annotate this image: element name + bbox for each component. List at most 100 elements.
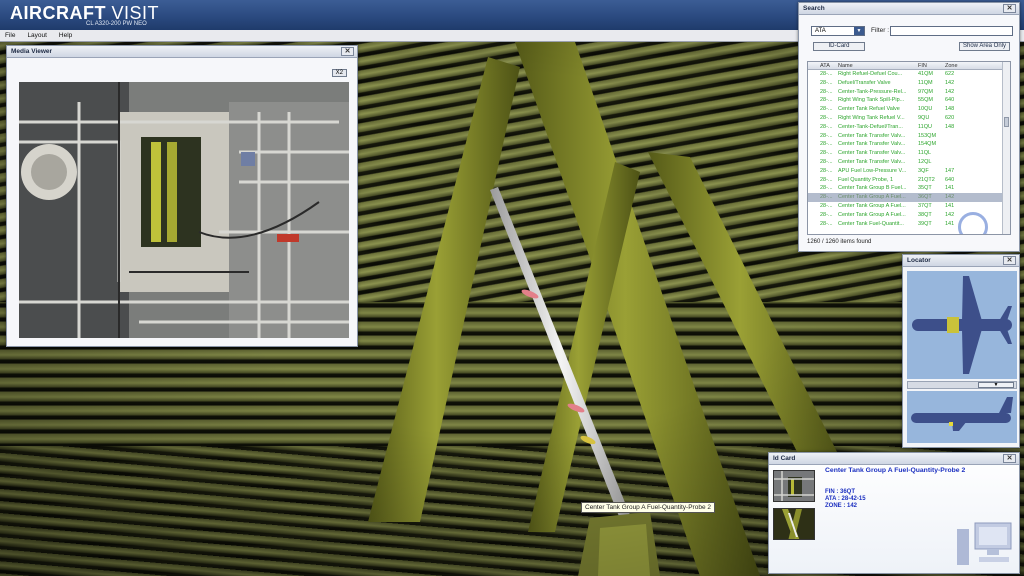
cell-zone: 622 <box>945 71 955 77</box>
cell-ata: 28-... <box>820 114 833 121</box>
results-header: ATA Name FIN Zone <box>808 62 1010 70</box>
search-panel: Search ✕ ATA ▼ Filter : ID-Card Show Are… <box>798 2 1020 252</box>
cell-fin: 10QU <box>918 106 933 113</box>
cell-fin: 3QF <box>918 167 929 174</box>
locator-side-view[interactable] <box>907 391 1017 443</box>
table-row[interactable]: 28-... Center Tank Transfer Valv... 153QM <box>808 132 1010 141</box>
cell-fin: 37QT <box>918 202 932 209</box>
aircraft-side-icon <box>911 397 1013 431</box>
locator-title: Locator <box>907 257 931 264</box>
component-photo <box>19 82 349 338</box>
cell-fin: 11QM <box>918 79 933 86</box>
table-row[interactable]: 28-... Center Tank Group A Fuel... 36QT 142 <box>808 193 1010 202</box>
column-zone[interactable]: Zone <box>945 63 965 69</box>
cell-zone: 142 <box>945 194 955 201</box>
scrollbar-thumb[interactable] <box>1004 117 1009 127</box>
hover-tooltip: Center Tank Group A Fuel-Quantity-Probe … <box>581 502 715 513</box>
menu-layout[interactable]: Layout <box>22 30 52 39</box>
cell-ata: 28-... <box>820 141 833 148</box>
show-area-only-button[interactable]: Show Area Only <box>959 42 1011 51</box>
table-row[interactable]: 28-... Center Tank Refuel Valve 10QU 148 <box>808 105 1010 114</box>
cell-fin: 35QT <box>918 185 932 192</box>
zoom-x2-button[interactable]: X2 <box>331 69 347 77</box>
cell-fin: 36QT <box>918 194 932 201</box>
table-row[interactable]: 28-... Center-Tank-Pressure-Rel... 97QM 142 <box>808 88 1010 97</box>
cell-zone: 142 <box>945 88 955 95</box>
cell-ata: 28-... <box>820 211 833 218</box>
table-row[interactable]: 28-... Center Tank Transfer Valv... 154QM <box>808 140 1010 149</box>
table-row[interactable]: 28-... Right Wing Tank Spill-Pip... 55QM 64… <box>808 96 1010 105</box>
cell-ata: 28-... <box>820 106 833 113</box>
cell-ata: 28-... <box>820 220 833 227</box>
cell-fin: 11QU <box>918 123 932 130</box>
filter-input[interactable] <box>890 26 1013 36</box>
menu-file[interactable]: File <box>0 30 20 39</box>
cell-ata: 28-... <box>820 97 833 104</box>
cell-fin: 11QL <box>918 150 932 157</box>
results-scrollbar[interactable] <box>1002 62 1010 234</box>
component-thumbnail-photo[interactable] <box>773 470 815 502</box>
table-row[interactable]: 28-... Center Tank Transfer Valv... 11QL <box>808 149 1010 158</box>
media-viewer-header[interactable]: Media Viewer ✕ <box>7 46 357 58</box>
id-card-header[interactable]: Id Card ✕ <box>769 453 1019 465</box>
table-row[interactable]: 28-... Center-Tank-Defuel/Tran... 11QU 148 <box>808 123 1010 132</box>
cell-ata: 28-... <box>820 150 833 157</box>
media-viewer-panel: Media Viewer ✕ X2 <box>6 45 358 347</box>
table-row[interactable]: 28-... Fuel Quantity Probe, 1 21QT2 640 <box>808 176 1010 185</box>
id-card-panel: Id Card ✕ Center Tank Group A Fuel-Quant… <box>768 452 1020 574</box>
id-card-close-button[interactable]: ✕ <box>1003 454 1016 463</box>
search-title: Search <box>803 5 825 12</box>
locator-close-button[interactable]: ✕ <box>1003 256 1016 265</box>
cell-ata: 28-... <box>820 167 833 174</box>
table-row[interactable]: 28-... Defuel/Transfer Valve 11QM 142 <box>808 79 1010 88</box>
id-card-button[interactable]: ID-Card <box>813 42 865 51</box>
id-card-title: Id Card <box>773 455 796 462</box>
search-mode-select[interactable]: ATA ▼ <box>811 26 865 36</box>
cell-name: Center Tank Transfer Valv... <box>838 132 906 139</box>
cell-name: Center-Tank-Pressure-Rel... <box>838 88 907 95</box>
menu-help[interactable]: Help <box>54 30 77 39</box>
results-body: 28-... Right Refuel-Defuel Cou... 41QM 622 2… <box>808 70 1010 228</box>
cell-zone: 141 <box>945 202 955 209</box>
locator-slider-knob[interactable]: ▼ <box>978 382 1014 388</box>
cell-fin: 41QM <box>918 71 933 77</box>
component-thumbnail-3d[interactable] <box>773 508 815 540</box>
results-table: ATA Name FIN Zone 28-... Right Refuel-Def… <box>807 61 1011 235</box>
cell-zone: 142 <box>945 79 955 86</box>
cell-name: Center Tank Fuel-Quantit... <box>838 220 904 227</box>
cell-name: APU Fuel Low-Pressure V... <box>838 167 907 174</box>
cell-name: Center Tank Group A Fuel... <box>838 202 906 209</box>
cell-fin: 38QT <box>918 211 932 218</box>
cell-zone: 620 <box>945 114 955 121</box>
cell-ata: 28-... <box>820 158 833 165</box>
locator-top-view[interactable] <box>907 271 1017 379</box>
search-header[interactable]: Search ✕ <box>799 3 1019 15</box>
table-row[interactable]: 28-... Center Tank Group A Fuel... 37QT 141 <box>808 202 1010 211</box>
component-fin: FIN : 36QT <box>825 489 856 495</box>
media-viewer-close-button[interactable]: ✕ <box>341 47 354 56</box>
app-subtitle: CL A320-200 PW NEO <box>86 21 147 27</box>
cell-zone: 148 <box>945 123 955 130</box>
table-row[interactable]: 28-... APU Fuel Low-Pressure V... 3QF 147 <box>808 167 1010 176</box>
cell-ata: 28-... <box>820 202 833 209</box>
computer-icon <box>957 522 1012 565</box>
column-ata[interactable]: ATA <box>820 63 838 69</box>
table-row[interactable]: 28-... Center Tank Transfer Valv... 12QL <box>808 158 1010 167</box>
column-name[interactable]: Name <box>838 63 914 69</box>
cell-fin: 21QT2 <box>918 176 935 183</box>
cell-name: Center Tank Transfer Valv... <box>838 150 906 157</box>
table-row[interactable]: 28-... Center Tank Group B Fuel... 35QT 141 <box>808 184 1010 193</box>
search-close-button[interactable]: ✕ <box>1003 4 1016 13</box>
cell-name: Right Refuel-Defuel Cou... <box>838 71 903 77</box>
cell-fin: 154QM <box>918 141 937 148</box>
locator-slider[interactable]: ▼ <box>907 381 1017 389</box>
cell-name: Defuel/Transfer Valve <box>838 79 891 86</box>
column-fin[interactable]: FIN <box>918 63 946 69</box>
cell-ata: 28-... <box>820 123 833 130</box>
cell-zone: 640 <box>945 97 955 104</box>
table-row[interactable]: 28-... Right Refuel-Defuel Cou... 41QM 622 <box>808 70 1010 79</box>
cell-fin: 97QM <box>918 88 933 95</box>
locator-header[interactable]: Locator ✕ <box>903 255 1019 267</box>
table-row[interactable]: 28-... Right Wing Tank Refuel V... 9QU 620 <box>808 114 1010 123</box>
cell-name: Fuel Quantity Probe, 1 <box>838 176 894 183</box>
